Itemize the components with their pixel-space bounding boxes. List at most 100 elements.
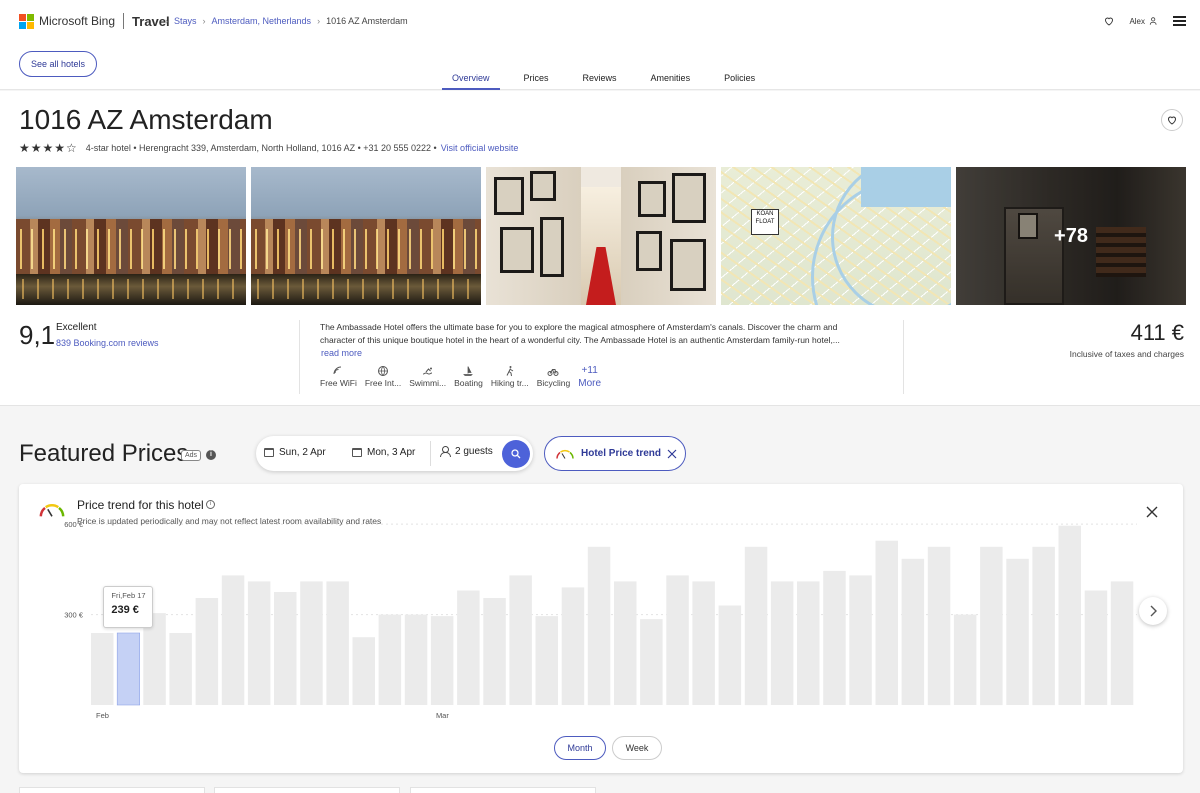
brand[interactable]: Microsoft Bing Travel	[19, 13, 170, 29]
amenity-hiking[interactable]: Hiking tr...	[491, 364, 529, 389]
price-bar[interactable]	[509, 575, 532, 705]
hotel-photo-more[interactable]: +78	[956, 167, 1186, 305]
guests-selector[interactable]: 2 guests	[440, 446, 493, 457]
price-bar[interactable]	[274, 592, 297, 705]
amenity-wifi[interactable]: Free WiFi	[320, 364, 357, 389]
price-bar[interactable]	[326, 581, 349, 705]
hotel-map-photo[interactable]: KOAN FLOAT	[721, 167, 951, 305]
price-bar[interactable]	[797, 581, 820, 705]
price-bar[interactable]	[587, 546, 611, 706]
more-photos-count[interactable]: +78	[956, 167, 1186, 305]
see-all-hotels-button[interactable]: See all hotels	[19, 51, 97, 77]
price-bar[interactable]	[91, 633, 114, 705]
price-bar[interactable]	[901, 558, 925, 705]
amenity-internet[interactable]: Free Int...	[365, 364, 401, 389]
amenities-more-button[interactable]: +11 More	[578, 364, 601, 389]
price-card[interactable]	[214, 787, 400, 793]
tab-amenities[interactable]: Amenities	[641, 66, 701, 90]
close-icon[interactable]	[1145, 505, 1159, 519]
brand-section[interactable]: Travel	[132, 14, 170, 29]
tab-reviews[interactable]: Reviews	[573, 66, 627, 90]
price-bar[interactable]	[457, 590, 480, 706]
tab-policies[interactable]: Policies	[714, 66, 765, 90]
header-actions: Alex	[1103, 15, 1186, 27]
user-account[interactable]: Alex	[1129, 16, 1159, 26]
price-bar[interactable]	[849, 575, 872, 705]
price-bar[interactable]	[352, 637, 376, 705]
breadcrumb-city[interactable]: Amsterdam, Netherlands	[212, 16, 312, 26]
price-bar[interactable]	[300, 581, 323, 705]
price-bar[interactable]	[640, 619, 663, 705]
price-bar[interactable]	[169, 633, 192, 705]
amenity-bicycling[interactable]: Bicycling	[536, 364, 571, 389]
brand-name[interactable]: Microsoft Bing	[39, 14, 115, 28]
price-bar[interactable]	[1032, 546, 1055, 706]
price-bar[interactable]	[404, 614, 428, 705]
price-card[interactable]	[410, 787, 596, 793]
price-bar[interactable]	[823, 570, 846, 705]
price-bar[interactable]	[614, 581, 637, 705]
price-bar[interactable]	[718, 605, 742, 706]
amenity-boating[interactable]: Boating	[454, 364, 483, 389]
toggle-week-button[interactable]: Week	[612, 736, 662, 760]
price-bar[interactable]	[744, 546, 768, 706]
price-bar[interactable]	[692, 581, 715, 705]
tooltip-date: Fri,Feb 17	[111, 590, 146, 600]
user-name[interactable]: Alex	[1129, 17, 1145, 26]
map-sign: KOAN FLOAT	[751, 209, 779, 235]
price-bar[interactable]	[247, 581, 271, 705]
price-bar[interactable]	[1084, 590, 1108, 706]
person-icon	[440, 446, 451, 457]
price-bar[interactable]	[1058, 525, 1082, 705]
hotel-price-trend-chip[interactable]: Hotel Price trend	[544, 436, 686, 471]
price-bar[interactable]	[561, 587, 585, 705]
price-bar[interactable]	[927, 546, 951, 706]
toggle-month-button[interactable]: Month	[554, 736, 606, 760]
read-more-link[interactable]: read more	[321, 348, 362, 358]
price-bar[interactable]	[221, 575, 245, 705]
price-bar[interactable]	[430, 616, 454, 705]
brand-separator	[123, 13, 125, 29]
amenity-label: Bicycling	[536, 378, 571, 388]
price-bar[interactable]	[980, 546, 1003, 706]
reviews-link[interactable]: 839 Booking.com reviews	[56, 338, 159, 348]
close-icon[interactable]	[667, 449, 677, 459]
checkin-date[interactable]: Sun, 2 Apr	[264, 447, 326, 458]
amenity-label: Hiking tr...	[490, 378, 529, 388]
calendar-icon	[264, 448, 274, 457]
price-bar[interactable]	[378, 614, 402, 705]
checkout-date[interactable]: Mon, 3 Apr	[352, 447, 415, 458]
hotel-photo-1[interactable]	[16, 167, 246, 305]
price-bar[interactable]	[1110, 581, 1134, 705]
chart-next-button[interactable]	[1139, 597, 1167, 625]
hamburger-menu-icon[interactable]	[1173, 16, 1186, 26]
price-card[interactable]	[19, 787, 205, 793]
breadcrumb-stays[interactable]: Stays	[174, 16, 197, 26]
hotel-photo-2[interactable]	[251, 167, 481, 305]
tab-prices[interactable]: Prices	[514, 66, 559, 90]
price-bar[interactable]	[535, 616, 559, 705]
price-bar[interactable]	[953, 614, 977, 705]
price-bar[interactable]	[483, 598, 506, 705]
price-bar[interactable]	[770, 581, 794, 705]
hotel-photo-3[interactable]	[486, 167, 716, 305]
info-icon[interactable]: i	[206, 500, 215, 509]
price-bar[interactable]	[666, 575, 689, 705]
tab-overview[interactable]: Overview	[442, 66, 500, 90]
price-bar[interactable]	[116, 632, 140, 706]
official-website-link[interactable]: Visit official website	[441, 143, 519, 153]
save-favorite-button[interactable]	[1161, 109, 1183, 131]
x-tick-label: Feb	[96, 711, 109, 720]
price-bar[interactable]	[875, 540, 899, 705]
hotel-price: 411 €	[1130, 320, 1184, 345]
info-icon[interactable]: i	[206, 450, 216, 460]
amenity-swimming[interactable]: Swimmi...	[409, 364, 446, 389]
price-bar[interactable]	[195, 598, 219, 705]
price-trend-chart: 300 €600 €Feb Mar	[64, 520, 1137, 720]
search-button[interactable]	[502, 440, 530, 468]
rating-label: Excellent	[56, 322, 97, 333]
price-bar[interactable]	[1006, 558, 1029, 705]
hotel-title: 1016 AZ Amsterdam	[19, 104, 273, 135]
heart-icon[interactable]	[1103, 15, 1115, 27]
heart-icon	[1167, 116, 1177, 125]
